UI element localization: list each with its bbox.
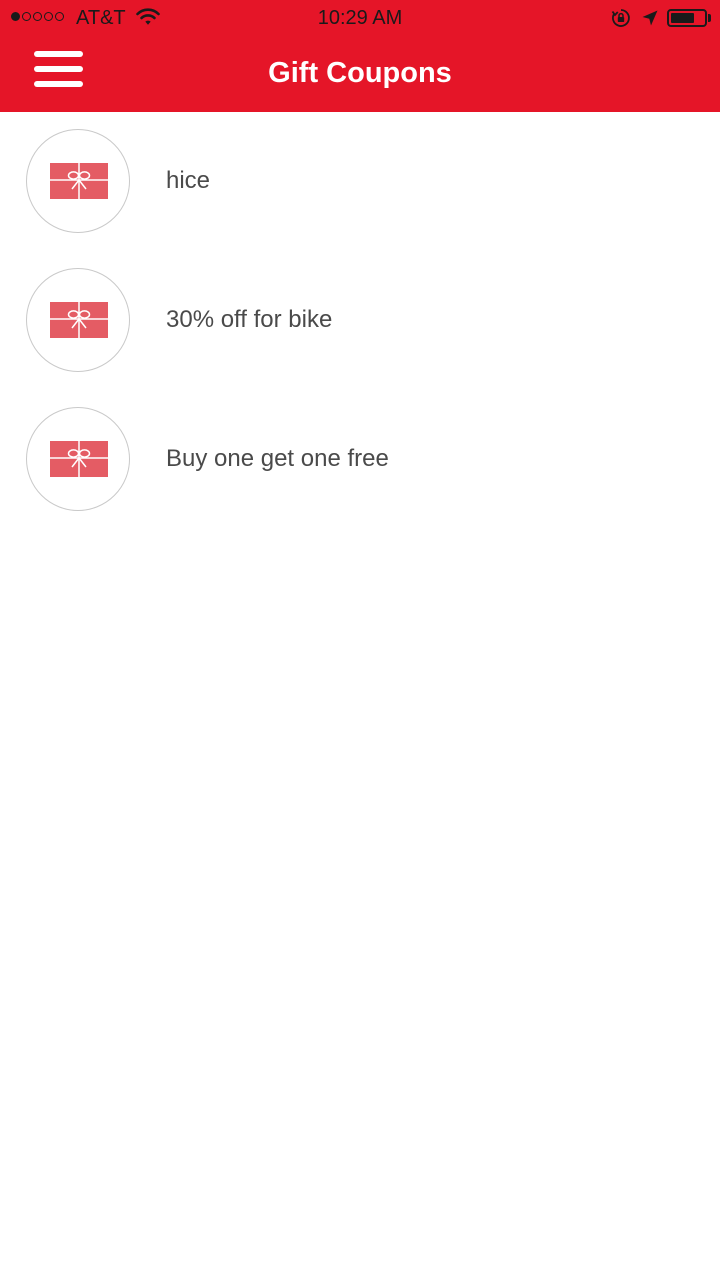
coupon-item[interactable]: hice [0, 112, 720, 233]
gift-card-icon [50, 163, 108, 199]
coupon-item[interactable]: Buy one get one free [0, 390, 720, 511]
coupon-avatar [26, 268, 130, 372]
orientation-lock-icon [611, 9, 630, 27]
coupon-name: 30% off for bike [166, 306, 333, 333]
status-bar: AT&T 10:29 AM [0, 0, 720, 36]
coupon-name: Buy one get one free [166, 445, 389, 472]
battery-tip [708, 14, 711, 22]
app-header: AT&T 10:29 AM Gift Coupons [0, 0, 720, 112]
gift-card-icon [50, 302, 108, 338]
coupon-item[interactable]: 30% off for bike [0, 251, 720, 372]
battery-level [671, 13, 695, 23]
coupon-name: hice [166, 167, 211, 194]
battery-icon [667, 9, 707, 27]
location-arrow-icon [642, 10, 658, 26]
coupon-avatar [26, 407, 130, 511]
gift-card-icon [50, 441, 108, 477]
coupon-avatar [26, 129, 130, 233]
page-title: Gift Coupons [268, 57, 452, 89]
